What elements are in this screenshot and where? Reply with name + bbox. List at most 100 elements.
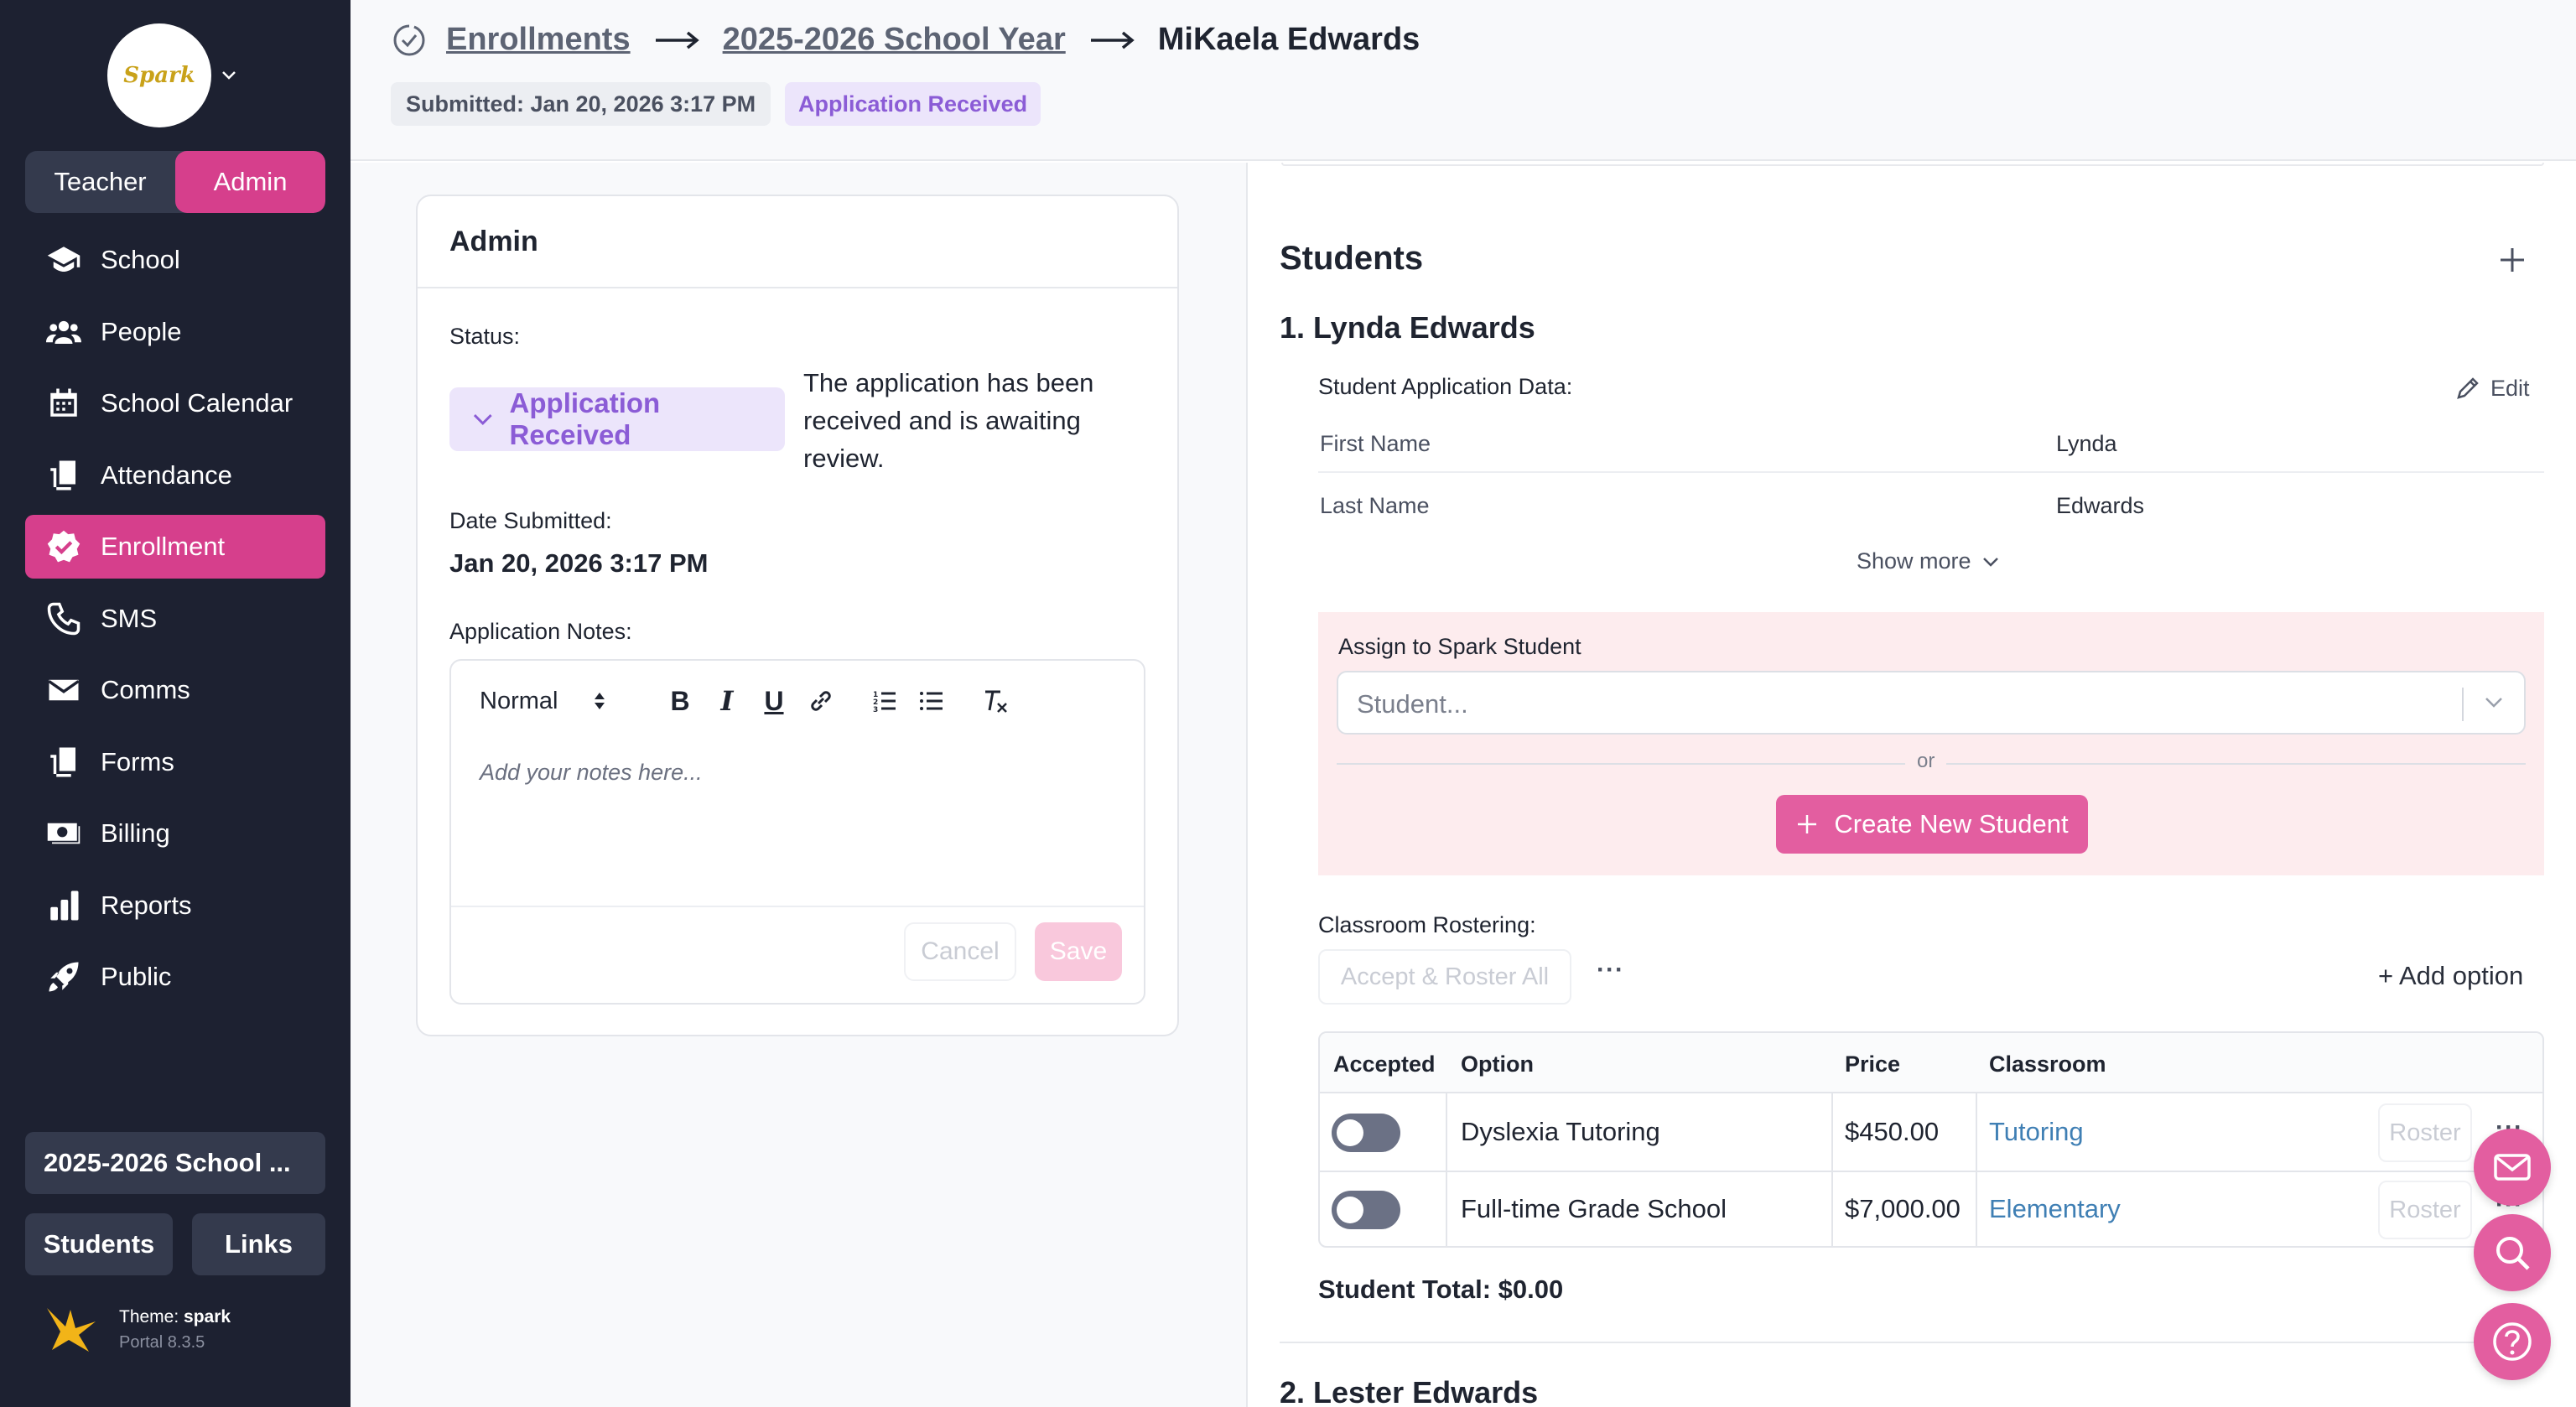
sidebar-item-label: Attendance bbox=[101, 459, 232, 490]
text-style-select[interactable]: Normal bbox=[480, 688, 631, 715]
sidebar-item-public[interactable]: Public bbox=[25, 945, 325, 1009]
portal-version: Portal 8.3.5 bbox=[119, 1333, 205, 1352]
field-value: Edwards bbox=[2056, 493, 2145, 518]
links-button[interactable]: Links bbox=[192, 1213, 325, 1275]
ordered-list-icon[interactable]: 123 bbox=[870, 687, 899, 715]
rocket-icon bbox=[45, 958, 82, 995]
bullet-list-icon[interactable] bbox=[917, 687, 946, 715]
option-name: Full-time Grade School bbox=[1461, 1194, 1727, 1223]
sidebar-item-enrollment[interactable]: Enrollment bbox=[25, 515, 325, 579]
roster-button[interactable]: Roster bbox=[2378, 1181, 2472, 1239]
clipboard-icon bbox=[45, 457, 82, 494]
header-accepted: Accepted bbox=[1333, 1051, 1436, 1077]
notes-input[interactable]: Add your notes here... bbox=[480, 760, 703, 786]
theme-label: Theme: bbox=[119, 1307, 179, 1327]
underline-icon[interactable]: U bbox=[760, 686, 788, 716]
application-notes-label: Application Notes: bbox=[449, 619, 632, 644]
status-dropdown-value: Application Received bbox=[509, 387, 661, 450]
more-options-icon[interactable]: ··· bbox=[1597, 956, 1624, 984]
envelope-icon bbox=[45, 672, 82, 709]
student-total: Student Total: $0.00 bbox=[1318, 1275, 1564, 1304]
help-button[interactable] bbox=[2474, 1303, 2551, 1380]
logo-text: Spark bbox=[123, 63, 195, 88]
cancel-button[interactable]: Cancel bbox=[904, 922, 1016, 981]
accept-roster-all-button[interactable]: Accept & Roster All bbox=[1318, 949, 1571, 1005]
sidebar-item-sms[interactable]: SMS bbox=[25, 587, 325, 651]
sidebar-item-label: School Calendar bbox=[101, 388, 293, 418]
breadcrumb-enrollments[interactable]: Enrollments bbox=[446, 22, 631, 58]
school-year-button[interactable]: 2025-2026 School ... bbox=[25, 1132, 325, 1194]
status-label: Status: bbox=[449, 324, 521, 349]
people-icon bbox=[45, 314, 82, 350]
spark-logo[interactable]: Spark bbox=[107, 23, 211, 127]
status-description: The application has been received and is… bbox=[803, 368, 1094, 473]
rostering-table: Accepted Option Price Classroom Dyslexia… bbox=[1318, 1031, 2544, 1248]
messages-button[interactable] bbox=[2474, 1129, 2551, 1206]
add-option-button[interactable]: + Add option bbox=[2378, 961, 2523, 991]
data-row: First Name Lynda bbox=[1318, 413, 2544, 473]
search-icon bbox=[2496, 1237, 2530, 1270]
show-more-button[interactable]: Show more bbox=[1857, 548, 2000, 574]
chevron-down-icon[interactable] bbox=[220, 65, 238, 84]
editor-toolbar: Normal B I U 123 bbox=[451, 661, 1144, 741]
italic-icon[interactable]: I bbox=[713, 685, 741, 717]
status-dropdown[interactable]: Application Received bbox=[449, 387, 785, 451]
save-button[interactable]: Save bbox=[1035, 922, 1122, 981]
admin-card: Admin Status: Application Received The a… bbox=[416, 195, 1179, 1036]
sidebar-item-billing[interactable]: Billing bbox=[25, 802, 325, 865]
assign-student-box: Assign to Spark Student Student... or Cr… bbox=[1318, 612, 2544, 875]
classroom-link[interactable]: Elementary bbox=[1989, 1194, 2121, 1224]
accepted-toggle[interactable] bbox=[1332, 1191, 1400, 1229]
form-icon bbox=[45, 744, 82, 781]
sidebar: Spark Teacher Admin School People School… bbox=[0, 0, 351, 1407]
admin-card-title: Admin bbox=[418, 196, 1177, 288]
envelope-icon bbox=[2494, 1154, 2531, 1181]
student-select[interactable]: Student... bbox=[1337, 671, 2526, 735]
svg-text:3: 3 bbox=[873, 706, 878, 714]
sidebar-nav: School People School Calendar Attendance… bbox=[25, 228, 325, 1017]
edit-button[interactable]: Edit bbox=[2454, 374, 2530, 402]
create-new-student-button[interactable]: Create New Student bbox=[1776, 795, 2088, 854]
accepted-toggle[interactable] bbox=[1332, 1114, 1400, 1152]
classroom-link[interactable]: Tutoring bbox=[1989, 1117, 2084, 1147]
sidebar-item-label: School bbox=[101, 245, 180, 274]
roster-button[interactable]: Roster bbox=[2378, 1103, 2472, 1162]
sidebar-item-label: People bbox=[101, 316, 182, 346]
field-key: Last Name bbox=[1320, 493, 1430, 518]
bold-icon[interactable]: B bbox=[666, 686, 694, 716]
sidebar-item-people[interactable]: People bbox=[25, 300, 325, 364]
sidebar-item-forms[interactable]: Forms bbox=[25, 730, 325, 794]
sidebar-item-attendance[interactable]: Attendance bbox=[25, 444, 325, 507]
or-text: or bbox=[1905, 750, 1947, 773]
option-name: Dyslexia Tutoring bbox=[1461, 1117, 1660, 1146]
clear-format-icon[interactable] bbox=[981, 687, 1010, 715]
chevron-down-icon bbox=[473, 414, 492, 426]
sidebar-item-label: SMS bbox=[101, 603, 158, 633]
option-price: $450.00 bbox=[1845, 1117, 1940, 1146]
theme-info: Theme: spark Portal 8.3.5 bbox=[45, 1305, 231, 1355]
data-row: Last Name Edwards bbox=[1318, 475, 2544, 535]
role-teacher-button[interactable]: Teacher bbox=[25, 151, 175, 213]
add-student-icon[interactable] bbox=[2496, 243, 2529, 277]
students-button[interactable]: Students bbox=[25, 1213, 173, 1275]
date-submitted-value: Jan 20, 2026 3:17 PM bbox=[449, 548, 709, 578]
sidebar-item-label: Public bbox=[101, 962, 172, 991]
submitted-badge: Submitted: Jan 20, 2026 3:17 PM bbox=[391, 82, 771, 126]
table-row: Full-time Grade School $7,000.00 Element… bbox=[1320, 1172, 2542, 1246]
role-admin-button[interactable]: Admin bbox=[175, 151, 325, 213]
sidebar-item-comms[interactable]: Comms bbox=[25, 658, 325, 722]
search-button[interactable] bbox=[2474, 1214, 2551, 1291]
option-price: $7,000.00 bbox=[1845, 1194, 1961, 1223]
sidebar-item-label: Billing bbox=[101, 818, 170, 848]
plus-icon bbox=[1798, 815, 1817, 833]
student-select-placeholder: Student... bbox=[1357, 689, 1468, 719]
sidebar-item-school-calendar[interactable]: School Calendar bbox=[25, 371, 325, 435]
sidebar-item-reports[interactable]: Reports bbox=[25, 874, 325, 937]
breadcrumb-school-year[interactable]: 2025-2026 School Year bbox=[723, 22, 1066, 58]
sidebar-item-school[interactable]: School bbox=[25, 228, 325, 292]
theme-name: spark bbox=[184, 1307, 231, 1327]
money-icon bbox=[45, 815, 82, 852]
select-separator bbox=[2462, 688, 2464, 721]
graduation-cap-icon bbox=[45, 241, 82, 278]
link-icon[interactable] bbox=[807, 687, 835, 715]
